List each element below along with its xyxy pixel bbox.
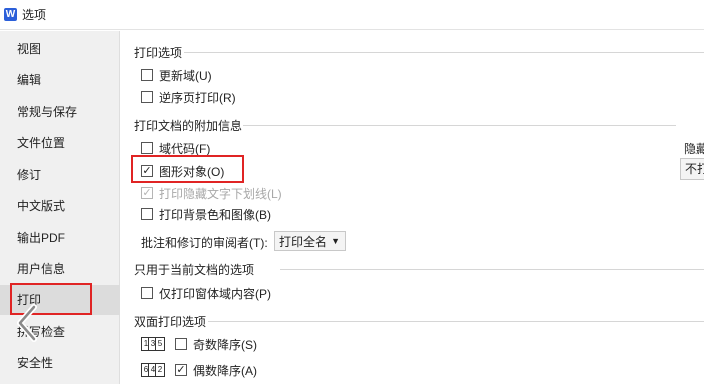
group-divider (208, 321, 704, 322)
reviewer-label: 批注和修订的审阅者(T): (141, 236, 268, 250)
form-data-label: 仅打印窗体域内容(P) (159, 286, 271, 301)
drawing-objects-option[interactable]: ✓ 图形对象(O) (141, 163, 224, 179)
group-divider (184, 52, 704, 53)
group-divider (280, 269, 704, 270)
form-data-checkbox[interactable] (141, 287, 153, 299)
sidebar-item-security[interactable]: 安全性 (0, 348, 120, 378)
hidden-underline-option: ✓ 打印隐藏文字下划线(L) (141, 185, 282, 201)
odd-reverse-option[interactable]: 奇数降序(S) (175, 336, 257, 352)
hidden-text-label: 隐藏 (684, 142, 704, 156)
hidden-text-field[interactable]: 不打 (680, 158, 704, 180)
hidden-underline-checkbox: ✓ (141, 186, 153, 199)
update-fields-label: 更新域(U) (159, 68, 212, 83)
hidden-underline-label: 打印隐藏文字下划线(L) (159, 186, 282, 201)
sidebar-item-view[interactable]: 视图 (0, 34, 120, 64)
window-title: 选项 (22, 8, 47, 22)
field-codes-checkbox[interactable] (141, 142, 153, 154)
drawing-objects-checkbox[interactable]: ✓ (141, 165, 153, 177)
group-header-duplex: 双面打印选项 (134, 314, 207, 329)
reverse-order-checkbox[interactable] (141, 91, 153, 103)
even-reverse-option[interactable]: ✓ 偶数降序(A) (175, 362, 257, 378)
even-reverse-checkbox[interactable]: ✓ (175, 364, 187, 376)
sidebar-item-edit[interactable]: 编辑 (0, 65, 120, 95)
reverse-order-option[interactable]: 逆序页打印(R) (141, 89, 236, 105)
even-pages-icon: 6 4 2 (141, 362, 165, 378)
group-header-current-doc: 只用于当前文档的选项 (134, 262, 255, 277)
chevron-left-icon[interactable] (12, 303, 42, 343)
drawing-objects-label: 图形对象(O) (159, 164, 225, 179)
update-fields-option[interactable]: 更新域(U) (141, 67, 212, 83)
background-checkbox[interactable] (141, 208, 153, 220)
odd-reverse-checkbox[interactable] (175, 338, 187, 350)
sidebar-item-revisions[interactable]: 修订 (0, 160, 120, 190)
title-bar: W 选项 (0, 0, 704, 30)
reviewer-dropdown[interactable]: 打印全名 ▼ (274, 231, 346, 251)
field-codes-label: 域代码(F) (159, 141, 211, 156)
sidebar-item-general-save[interactable]: 常规与保存 (0, 97, 120, 127)
sidebar-item-output-pdf[interactable]: 输出PDF (0, 223, 120, 253)
reviewer-dropdown-value: 打印全名 (279, 234, 328, 249)
sidebar-item-file-locations[interactable]: 文件位置 (0, 128, 120, 158)
odd-pages-icon: 1 3 5 (141, 336, 165, 352)
reverse-order-label: 逆序页打印(R) (159, 90, 236, 105)
update-fields-checkbox[interactable] (141, 69, 153, 81)
even-reverse-label: 偶数降序(A) (193, 363, 257, 378)
group-header-print-options: 打印选项 (134, 45, 183, 60)
group-header-extra-info: 打印文档的附加信息 (134, 118, 243, 133)
group-divider (243, 125, 676, 126)
sidebar-item-user-info[interactable]: 用户信息 (0, 254, 120, 284)
form-data-option[interactable]: 仅打印窗体域内容(P) (141, 285, 271, 301)
sidebar-item-chinese-layout[interactable]: 中文版式 (0, 191, 120, 221)
odd-reverse-label: 奇数降序(S) (193, 337, 257, 352)
background-label: 打印背景色和图像(B) (159, 207, 271, 222)
wps-writer-icon: W (4, 8, 17, 21)
caret-down-icon: ▼ (331, 236, 340, 246)
field-codes-option[interactable]: 域代码(F) (141, 140, 210, 156)
background-option[interactable]: 打印背景色和图像(B) (141, 206, 271, 222)
